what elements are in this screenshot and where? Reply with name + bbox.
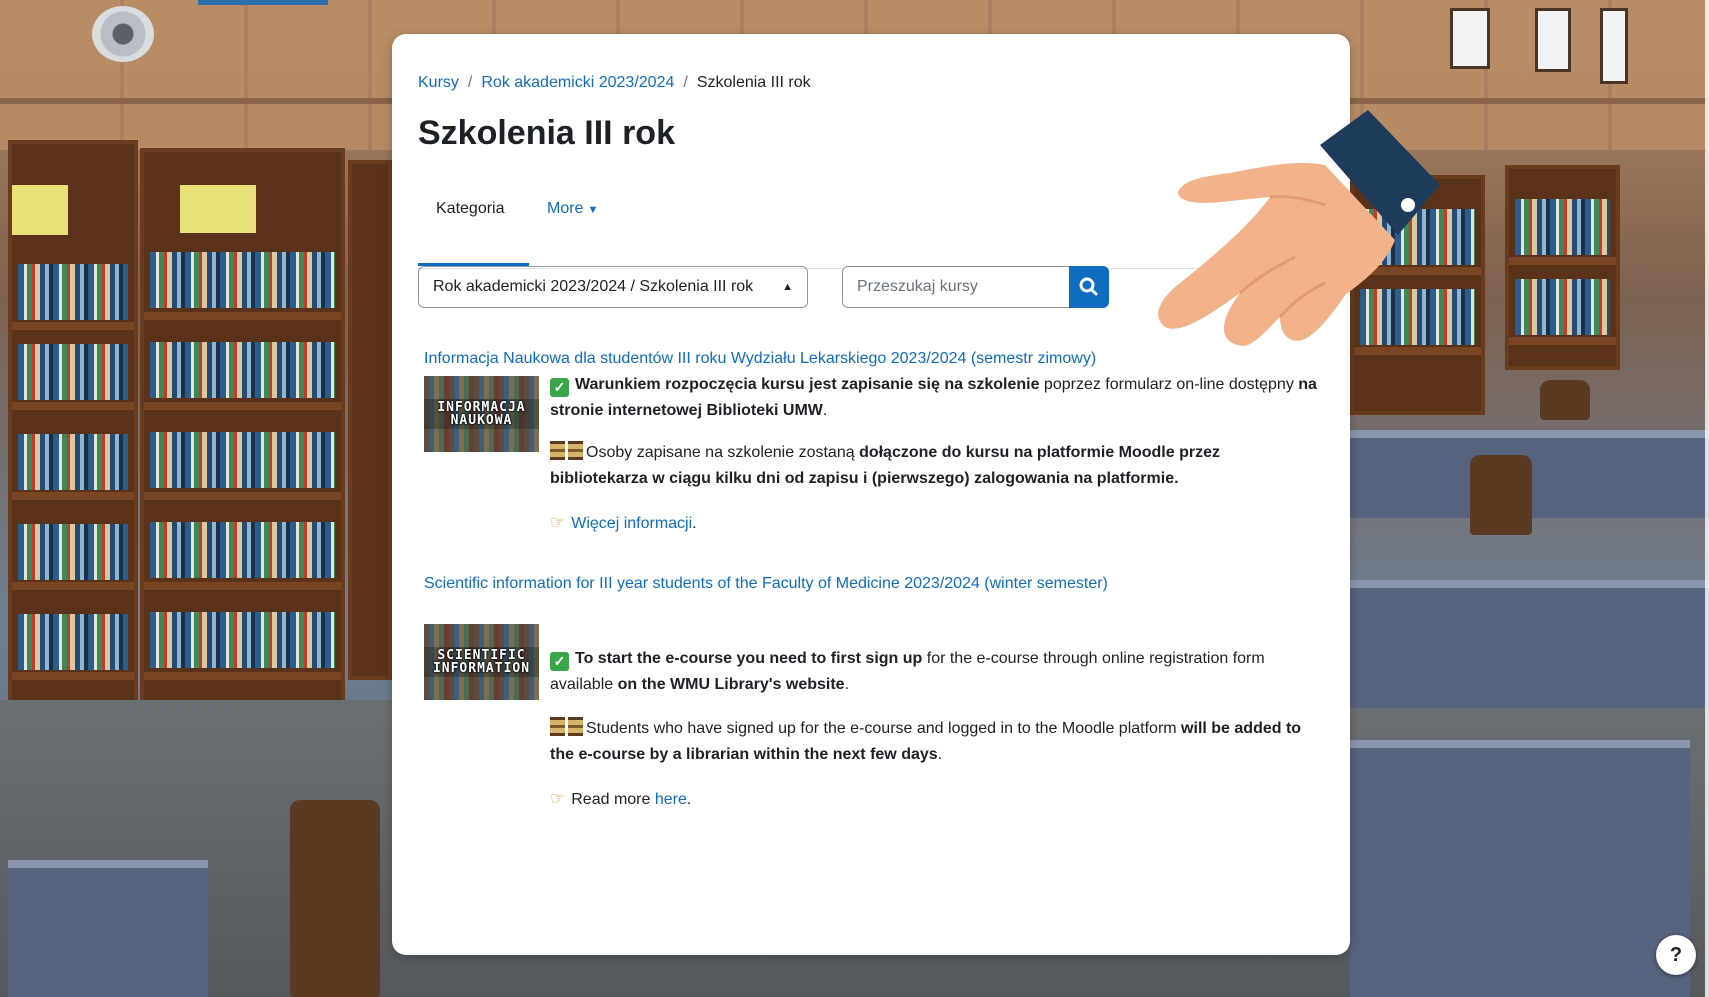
course-summary-paragraph: Osoby zapisane na szkolenie zostaną dołą… <box>550 440 1320 492</box>
pointing-hand-icon <box>1158 110 1440 346</box>
category-select[interactable]: Rok akademicki 2023/2024 / Szkolenia III… <box>418 266 808 308</box>
course-title-link[interactable]: Scientific information for III year stud… <box>424 575 1108 593</box>
notice-sheet-2 <box>180 185 256 233</box>
reading-table-2 <box>1350 580 1709 708</box>
course-thumbnail-label: SCIENTIFIC INFORMATION <box>424 647 539 677</box>
hourglass-icon <box>568 717 583 736</box>
course-summary-paragraph: ✓ Warunkiem rozpoczęcia kursu jest zapisa… <box>550 376 1317 419</box>
window-1 <box>1450 8 1490 69</box>
window-3 <box>1600 8 1628 84</box>
read-more-link[interactable]: here <box>655 791 687 808</box>
bookcase-right-2 <box>1505 165 1620 370</box>
page-title: Szkolenia III rok <box>418 114 675 152</box>
tab-more-label: More <box>547 200 584 217</box>
pointing-hand-icon: ☞ <box>550 513 566 532</box>
question-icon: ? <box>1669 944 1683 966</box>
reading-table-left <box>8 860 208 997</box>
hourglass-icon <box>550 717 565 736</box>
notice-sheet-1 <box>12 185 68 235</box>
breadcrumb-current: Szkolenia III rok <box>696 74 811 91</box>
search-icon <box>1079 277 1098 296</box>
course-summary-paragraph: ✓ To start the e-course you need to first… <box>550 650 1265 693</box>
chair-2 <box>1540 380 1590 420</box>
more-info-link[interactable]: Więcej informacji <box>571 515 692 532</box>
help-button[interactable]: ? <box>1656 935 1696 975</box>
breadcrumb-kursy[interactable]: Kursy <box>418 74 459 91</box>
right-edge <box>1705 0 1709 997</box>
top-strip <box>198 0 328 5</box>
hourglass-icon <box>568 441 583 460</box>
course-thumbnail[interactable]: SCIENTIFIC INFORMATION <box>424 624 539 700</box>
course-more-info: ☞ Read more here. <box>550 786 1320 813</box>
reading-table-3 <box>1350 740 1690 997</box>
course-title-link[interactable]: Informacja Naukowa dla studentów III rok… <box>424 350 1096 368</box>
search-button[interactable] <box>1069 266 1109 308</box>
breadcrumb: Kursy / Rok akademicki 2023/2024 / Szkolenia… <box>418 74 811 92</box>
pointing-hand-icon: ☞ <box>550 789 566 808</box>
check-mark-icon: ✓ <box>550 652 569 671</box>
ceiling-speaker <box>92 6 154 62</box>
chair-1 <box>1470 455 1532 535</box>
select-arrows-icon: ▲ <box>782 281 793 293</box>
breadcrumb-separator: / <box>467 74 473 91</box>
chair-3 <box>290 800 380 997</box>
course-summary-paragraph: Students who have signed up for the e-co… <box>550 716 1320 768</box>
hourglass-icon <box>550 441 565 460</box>
course-thumbnail-label: INFORMACJA NAUKOWA <box>424 399 539 429</box>
course-search-input[interactable] <box>842 266 1070 308</box>
tab-kategoria-label: Kategoria <box>436 200 505 217</box>
bookcase-left-3 <box>348 160 392 680</box>
check-mark-icon: ✓ <box>550 378 569 397</box>
tab-more[interactable]: More ▼ <box>529 184 616 266</box>
breadcrumb-academic-year[interactable]: Rok akademicki 2023/2024 <box>481 74 674 91</box>
tab-kategoria[interactable]: Kategoria <box>418 184 529 266</box>
course-thumbnail[interactable]: INFORMACJA NAUKOWA <box>424 376 539 452</box>
window-2 <box>1535 8 1571 72</box>
category-select-value: Rok akademicki 2023/2024 / Szkolenia III… <box>433 278 754 295</box>
chevron-down-icon: ▼ <box>587 204 599 216</box>
breadcrumb-separator: / <box>683 74 688 91</box>
course-more-info: ☞ Więcej informacji. <box>550 510 1320 537</box>
